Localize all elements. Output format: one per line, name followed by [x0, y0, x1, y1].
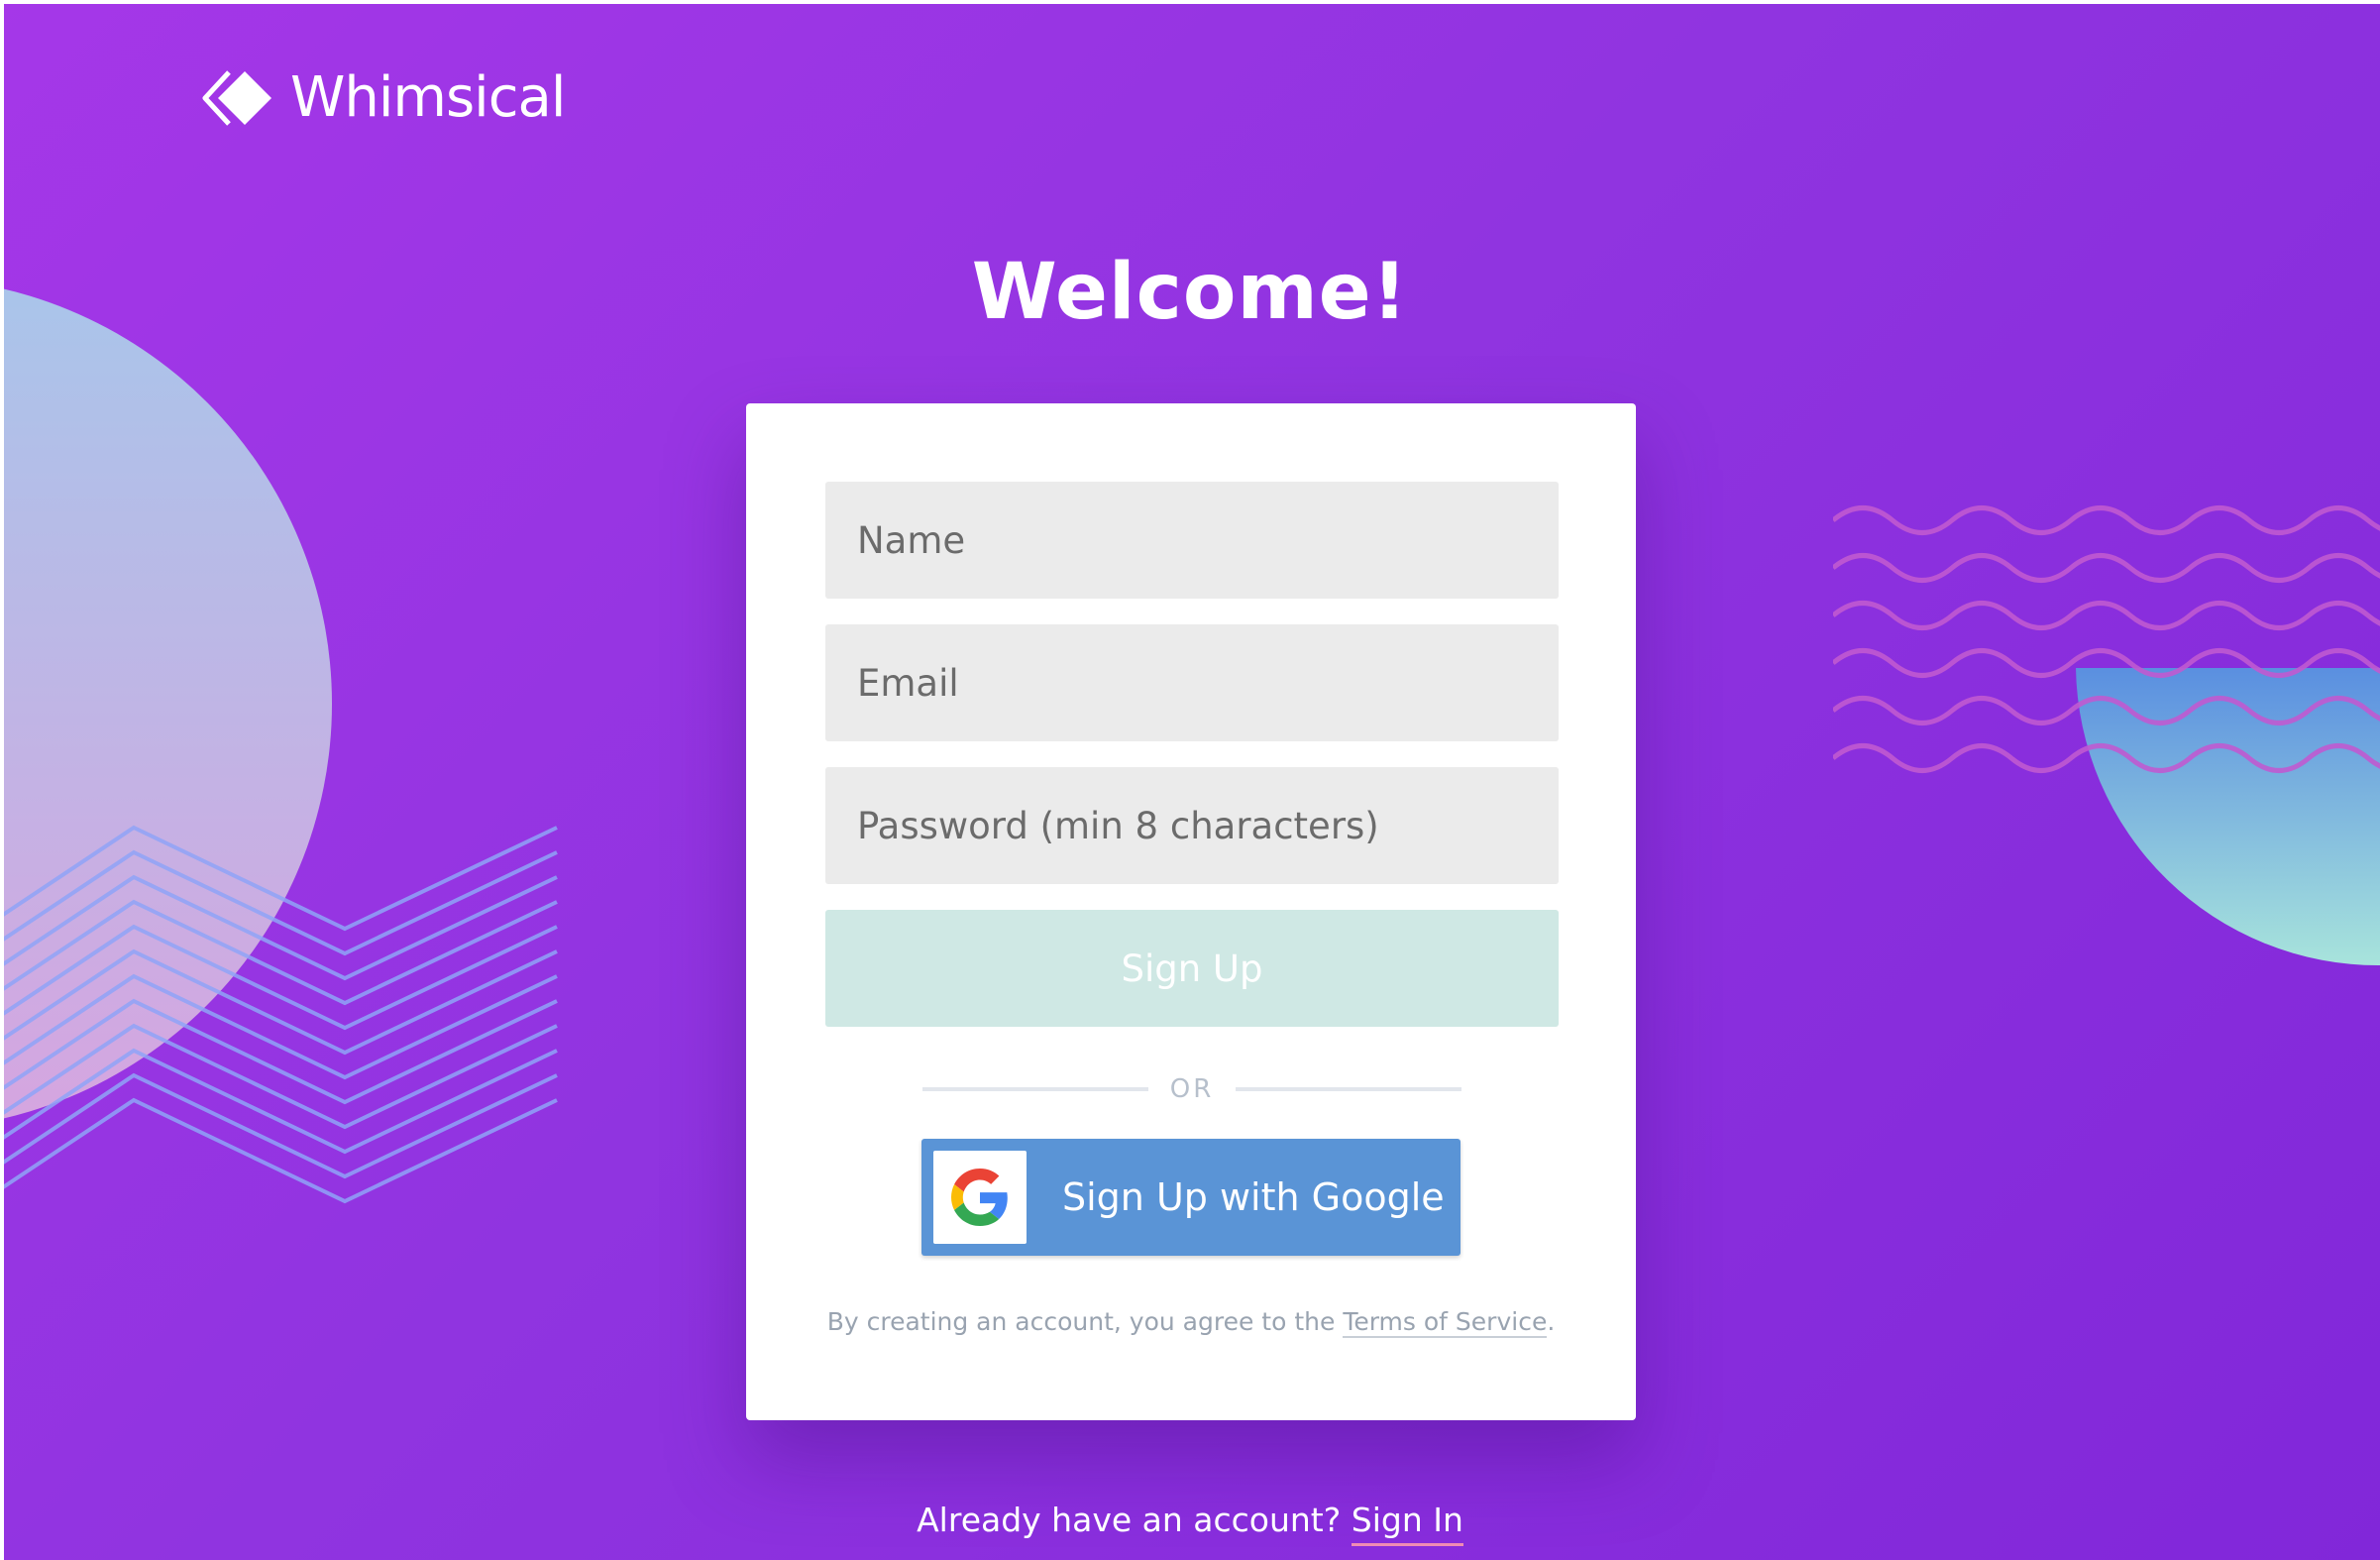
- terms-prefix: By creating an account, you agree to the: [826, 1307, 1344, 1336]
- google-g-icon: [951, 1169, 1008, 1226]
- brand-logo[interactable]: Whimsical: [201, 65, 566, 130]
- divider-line-left: [922, 1087, 1148, 1091]
- google-signup-button[interactable]: Sign Up with Google: [921, 1139, 1460, 1256]
- decorative-wavy-lines: [1833, 505, 2380, 773]
- signup-card: Sign Up OR Sign Up with Google By creati…: [746, 403, 1636, 1420]
- google-signup-label: Sign Up with Google: [1062, 1175, 1445, 1219]
- google-logo-box: [933, 1151, 1027, 1244]
- page-title: Welcome!: [971, 248, 1409, 337]
- name-input[interactable]: [825, 482, 1559, 599]
- or-divider: OR: [922, 1069, 1461, 1109]
- password-input[interactable]: [825, 767, 1559, 884]
- or-label: OR: [1169, 1074, 1215, 1104]
- signin-link[interactable]: Sign In: [1351, 1501, 1463, 1546]
- terms-of-service-link[interactable]: Terms of Service: [1343, 1307, 1548, 1338]
- signin-question: Already have an account?: [917, 1501, 1352, 1539]
- decorative-zigzag-lines: [0, 825, 558, 1204]
- divider-line-right: [1236, 1087, 1461, 1091]
- decorative-circle-left: [0, 287, 332, 1120]
- whimsical-diamond-logo-icon: [202, 69, 271, 126]
- signin-prompt: Already have an account? Sign In: [0, 1501, 2380, 1546]
- terms-suffix: .: [1547, 1307, 1556, 1336]
- decorative-half-circle-right: [2076, 668, 2380, 966]
- signup-button[interactable]: Sign Up: [825, 910, 1559, 1027]
- brand-name: Whimsical: [290, 65, 566, 130]
- terms-notice: By creating an account, you agree to the…: [746, 1307, 1636, 1338]
- email-input[interactable]: [825, 624, 1559, 741]
